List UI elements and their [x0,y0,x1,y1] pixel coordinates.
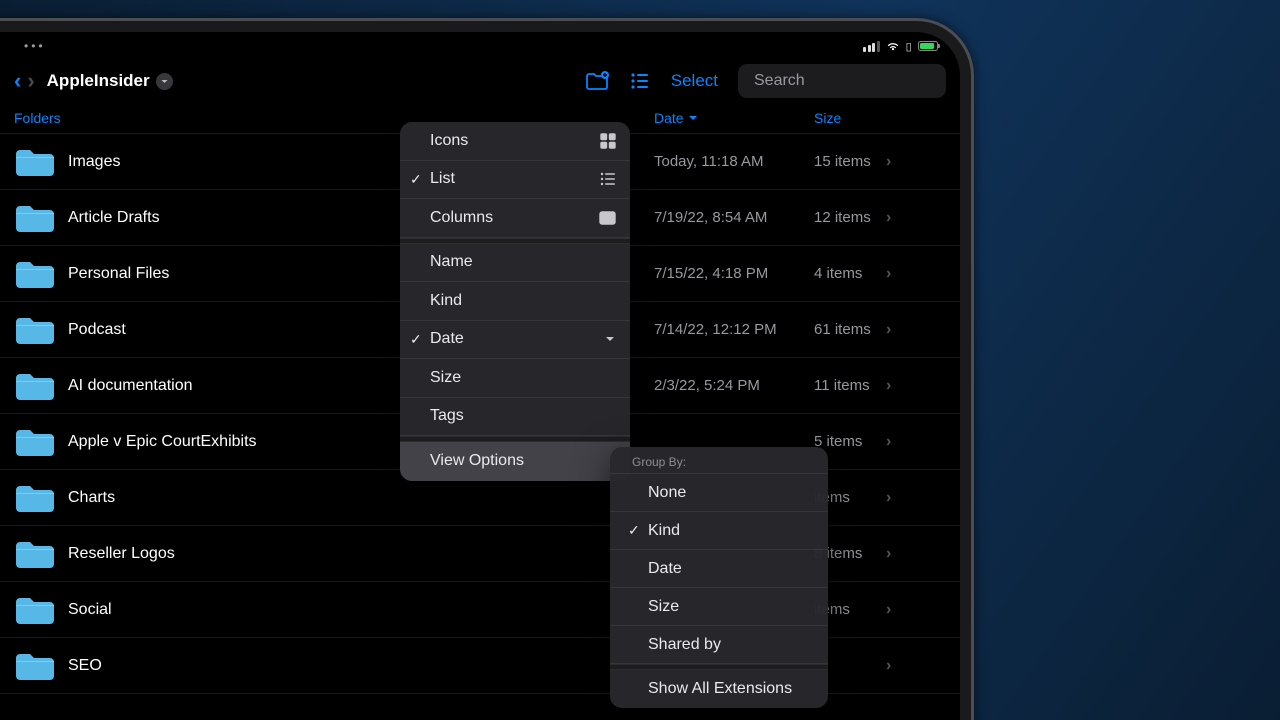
group-size[interactable]: Size [610,588,828,626]
multitask-dots[interactable]: ••• [24,39,46,53]
folder-icon [14,258,56,290]
group-shared-by[interactable]: Shared by [610,626,828,664]
search-input[interactable] [754,72,960,90]
nav-bar: ‹ › AppleInsider Select [0,60,960,102]
chevron-right-icon: › [886,657,891,675]
rotation-lock-icon: ▯ [906,40,912,53]
forward-button: › [27,68,34,94]
chevron-right-icon: › [886,321,891,339]
sort-size[interactable]: Size [400,359,630,398]
col-size[interactable]: Size [814,110,904,126]
col-date[interactable]: Date [654,110,814,126]
sort-kind[interactable]: Kind [400,282,630,321]
folder-icon [14,594,56,626]
folder-icon [14,314,56,346]
status-bar: ••• ▯ ⚡︎ [0,32,960,60]
back-button[interactable]: ‹ [14,68,21,94]
folder-icon [14,482,56,514]
check-icon: ✓ [628,522,640,539]
breadcrumb[interactable]: AppleInsider [47,71,173,91]
ipad-frame: ••• ▯ ⚡︎ ‹ › AppleInsider S [0,32,960,720]
select-button[interactable]: Select [671,71,718,91]
wifi-icon [886,39,900,53]
sort-name[interactable]: Name [400,244,630,283]
search-field[interactable] [738,64,946,98]
list-icon [600,171,616,187]
group-by-popover: Group By: None ✓ Kind Date Size Shared b… [610,447,828,708]
group-date[interactable]: Date [610,550,828,588]
folder-icon [14,426,56,458]
folder-icon [14,202,56,234]
chevron-right-icon: › [886,265,891,283]
view-mode-button[interactable] [629,70,651,92]
folder-icon [14,370,56,402]
chevron-right-icon: › [886,601,891,619]
folder-icon [14,146,56,178]
folder-title: AppleInsider [47,71,150,91]
view-options[interactable]: View Options [400,442,630,481]
view-list[interactable]: ✓ List [400,161,630,200]
group-none[interactable]: None [610,474,828,512]
chevron-right-icon: › [886,489,891,507]
view-icons[interactable]: Icons [400,122,630,161]
check-icon: ✓ [410,331,422,348]
columns-icon [599,211,616,225]
chevron-right-icon: › [886,153,891,171]
chevron-right-icon: › [886,545,891,563]
chevron-down-icon [604,333,616,345]
chevron-down-icon [688,113,698,123]
battery-icon [918,41,938,51]
view-menu-popover: Icons ✓ List Columns Name Kind ✓ Date Si… [400,122,630,481]
cellular-icon [863,41,880,52]
new-folder-button[interactable] [585,70,609,92]
check-icon: ✓ [410,171,422,188]
view-columns[interactable]: Columns [400,199,630,238]
folder-icon [14,538,56,570]
chevron-right-icon: › [886,433,891,451]
show-all-extensions[interactable]: Show All Extensions [610,670,828,708]
folder-icon [14,650,56,682]
chevron-right-icon: › [886,377,891,395]
chevron-right-icon: › [886,209,891,227]
chevron-down-icon [156,73,173,90]
grid-icon [600,133,616,149]
group-by-header: Group By: [610,447,828,474]
sort-tags[interactable]: Tags [400,398,630,437]
sort-date[interactable]: ✓ Date [400,321,630,360]
group-kind[interactable]: ✓ Kind [610,512,828,550]
